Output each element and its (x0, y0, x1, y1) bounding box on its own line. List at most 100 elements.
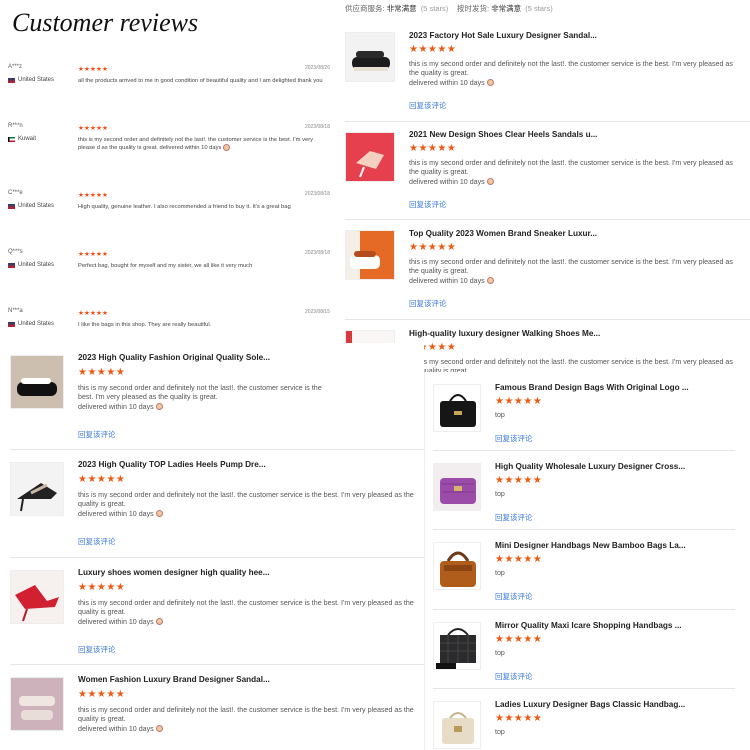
rating-stars: ★★★★★ (78, 192, 109, 199)
product-name[interactable]: 2021 New Design Shoes Clear Heels Sandal… (409, 130, 597, 139)
reply-link[interactable]: 回复该评论 (495, 433, 533, 444)
rating-stars: ★★★★★ (78, 310, 109, 317)
product-thumbnail (345, 132, 395, 182)
review-text: this is my second order and definitely n… (78, 599, 414, 626)
product-review-card: Mirror Quality Maxi Icare Shopping Handb… (433, 610, 735, 689)
review-date: 2023/08/18 (304, 250, 330, 256)
reply-link[interactable]: 回复该评论 (409, 100, 447, 111)
rating-stars: ★★★★★ (495, 396, 543, 407)
product-thumbnail (345, 32, 395, 82)
product-thumbnail (433, 384, 481, 432)
product-name[interactable]: 2023 High Quality TOP Ladies Heels Pump … (78, 460, 266, 469)
right-reviews-panel: 供应商服务: 非常满意 (5 stars) 按时发货: 非常满意 (5 stars)… (342, 0, 750, 385)
reviewer-country: United States (8, 77, 54, 83)
product-name[interactable]: 2023 Factory Hot Sale Luxury Designer Sa… (409, 31, 597, 40)
review-text: High quality, genuine leather. I also re… (78, 204, 291, 210)
rating-summary-1: 供应商服务: 非常满意 (5 stars) (345, 4, 449, 13)
product-thumbnail (10, 570, 64, 624)
product-name[interactable]: Women Fashion Luxury Brand Designer Sand… (78, 675, 270, 684)
reviewer-name: Q***s (8, 249, 23, 255)
product-review-card: Women Fashion Luxury Brand Designer Sand… (10, 665, 424, 750)
product-thumbnail (10, 677, 64, 731)
review-item: A***z United States ★★★★★ 2023/08/26 all… (8, 64, 330, 104)
product-review-card: Ladies Luxury Designer Bags Classic Hand… (433, 689, 735, 750)
reply-link[interactable]: 回复该评论 (78, 536, 116, 547)
us-flag-icon (8, 262, 15, 268)
product-review-card: 2023 High Quality Fashion Original Quali… (10, 343, 424, 450)
reviewer-country: Kuwait (8, 136, 36, 142)
product-name[interactable]: High Quality Wholesale Luxury Designer C… (495, 462, 685, 471)
us-flag-icon (8, 321, 15, 327)
emoji-icon (486, 277, 494, 285)
reply-link[interactable]: 回复该评论 (78, 429, 116, 440)
product-name[interactable]: Mini Designer Handbags New Bamboo Bags L… (495, 541, 686, 550)
review-item: Q***s United States ★★★★★ 2023/08/18 Per… (8, 249, 330, 289)
rating-stars: ★★★★★ (78, 367, 126, 378)
review-text: this is my second order and definitely n… (409, 159, 733, 186)
rating-stars: ★★★★★ (495, 554, 543, 565)
reviewer-name: C***e (8, 190, 23, 196)
review-text: top (495, 490, 505, 498)
reply-link[interactable]: 回复该评论 (78, 644, 116, 655)
us-flag-icon (8, 77, 15, 83)
reply-link[interactable]: 回复该评论 (495, 671, 533, 682)
product-name[interactable]: Famous Brand Design Bags With Original L… (495, 383, 689, 392)
product-review-card: Famous Brand Design Bags With Original L… (433, 372, 735, 451)
product-name[interactable]: Ladies Luxury Designer Bags Classic Hand… (495, 700, 685, 709)
rating-stars: ★★★★★ (495, 713, 543, 724)
rating-stars: ★★★★★ (78, 125, 109, 132)
emoji-icon (486, 178, 494, 186)
emoji-icon (155, 403, 163, 411)
bag-reviews-panel: Famous Brand Design Bags With Original L… (424, 372, 750, 750)
product-thumbnail (10, 355, 64, 409)
product-name[interactable]: High-quality luxury designer Walking Sho… (409, 329, 600, 338)
rating-stars: ★★★★★ (409, 44, 457, 55)
us-flag-icon (8, 203, 15, 209)
product-name[interactable]: Mirror Quality Maxi Icare Shopping Handb… (495, 621, 682, 630)
review-date: 2023/08/15 (304, 309, 330, 315)
product-review-card: 2023 High Quality TOP Ladies Heels Pump … (10, 450, 424, 558)
rating-stars: ★★★★★ (78, 582, 126, 593)
review-text: this is my second order and definitely n… (78, 384, 322, 411)
product-thumbnail (433, 701, 481, 749)
review-text: top (495, 569, 505, 577)
review-text: Perfect bag, bought for myself and my si… (78, 263, 253, 269)
review-text: this is my second order and definitely n… (409, 258, 733, 285)
product-review-card: 2023 Factory Hot Sale Luxury Designer Sa… (345, 22, 750, 122)
emoji-icon (155, 618, 163, 626)
reply-link[interactable]: 回复该评论 (495, 512, 533, 523)
review-text: this is my second order and definitely n… (78, 491, 414, 518)
review-text: I like the bags in this shop. They are r… (78, 322, 212, 328)
page-title: Customer reviews (12, 8, 199, 37)
reply-link[interactable]: 回复该评论 (409, 298, 447, 309)
emoji-icon (155, 510, 163, 518)
product-review-card: 2021 New Design Shoes Clear Heels Sandal… (345, 122, 750, 220)
product-name[interactable]: Luxury shoes women designer high quality… (78, 568, 270, 577)
review-text: top (495, 728, 505, 736)
reviews-panel: Customer reviews A***z United States ★★★… (0, 0, 340, 342)
reply-link[interactable]: 回复该评论 (495, 591, 533, 602)
product-name[interactable]: Top Quality 2023 Women Brand Sneaker Lux… (409, 229, 597, 238)
review-date: 2023/08/26 (304, 65, 330, 71)
product-name[interactable]: 2023 High Quality Fashion Original Quali… (78, 353, 270, 362)
rating-stars: ★★★★★ (78, 66, 109, 73)
product-review-card: Luxury shoes women designer high quality… (10, 558, 424, 665)
product-review-card: Mini Designer Handbags New Bamboo Bags L… (433, 530, 735, 610)
review-date: 2023/08/18 (304, 191, 330, 197)
review-item: N***a United States ★★★★★ 2023/08/15 I l… (8, 308, 330, 342)
review-date: 2023/08/18 (304, 124, 330, 130)
product-thumbnail (10, 462, 64, 516)
rating-stars: ★★★★★ (495, 475, 543, 486)
reply-link[interactable]: 回复该评论 (409, 199, 447, 210)
rating-stars: ★★★★★ (78, 474, 126, 485)
review-text: this is my second order and definitely n… (78, 706, 414, 733)
product-reviews-panel: 2023 High Quality Fashion Original Quali… (0, 343, 424, 750)
review-item: C***e United States ★★★★★ 2023/08/18 Hig… (8, 190, 330, 230)
rating-stars: ★★★★★ (409, 242, 457, 253)
reviewer-name: N***a (8, 308, 23, 314)
product-thumbnail (433, 622, 481, 670)
review-text: this is my second order and definitely n… (78, 137, 314, 152)
rating-summary-2: 按时发货: 非常满意 (5 stars) (457, 4, 553, 13)
product-thumbnail (345, 230, 395, 280)
emoji-icon (486, 79, 494, 87)
